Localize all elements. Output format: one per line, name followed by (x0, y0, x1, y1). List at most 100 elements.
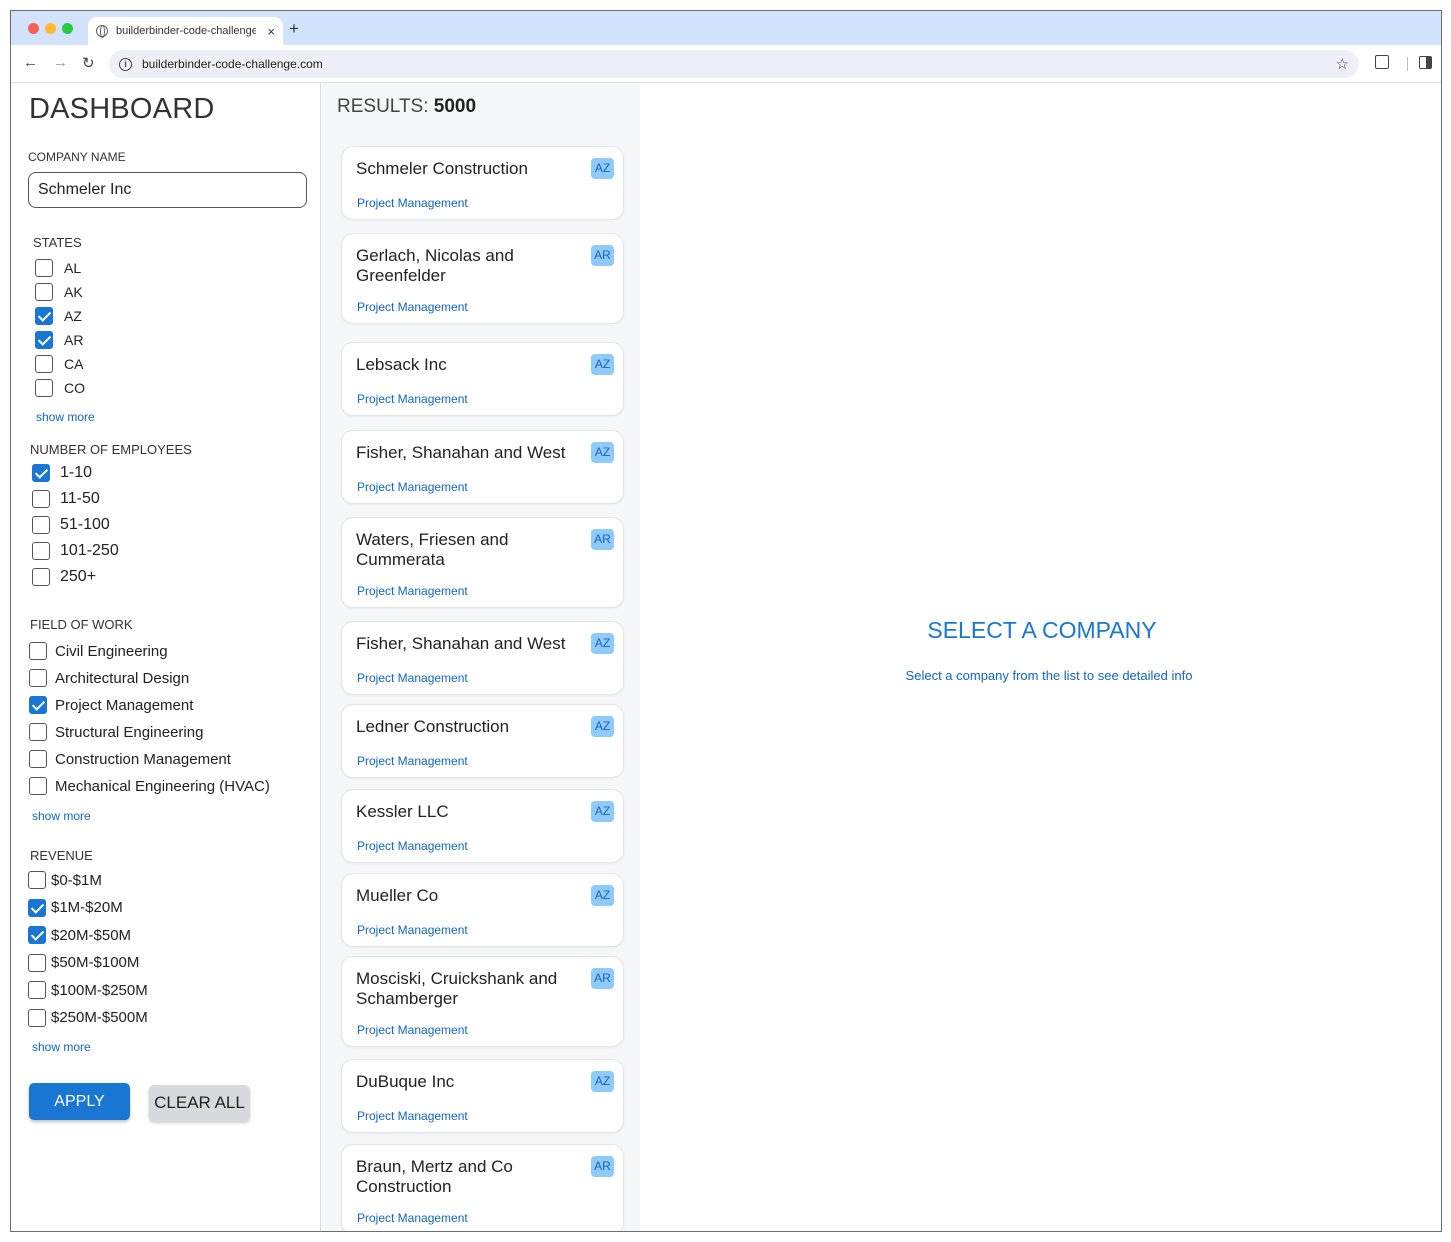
reload-icon[interactable]: ↻ (82, 54, 95, 72)
field-option-construction-management[interactable]: Construction Management (29, 750, 231, 768)
state-option-ca[interactable]: CA (35, 355, 83, 373)
field-option-label: Mechanical Engineering (HVAC) (55, 777, 270, 795)
field-option-label: Architectural Design (55, 669, 190, 687)
employees-option-250[interactable]: 250+ (32, 568, 96, 586)
employees-checkbox[interactable] (32, 568, 50, 586)
employees-option-1-10[interactable]: 1-10 (32, 464, 92, 482)
minimize-window-icon[interactable] (45, 23, 56, 34)
company-field-of-work: Project Management (357, 480, 468, 494)
revenue-option-50m-100m[interactable]: $50M-$100M (28, 953, 139, 972)
clear-all-button[interactable]: CLEAR ALL (149, 1085, 250, 1121)
field-checkbox[interactable] (29, 642, 47, 660)
revenue-option-250m-500m[interactable]: $250M-$500M (28, 1008, 148, 1027)
revenue-checkbox[interactable] (28, 926, 46, 944)
tab-close-icon[interactable]: × (267, 24, 275, 39)
field-checkbox[interactable] (29, 777, 47, 795)
state-checkbox[interactable] (35, 379, 53, 397)
company-name: DuBuque Inc (356, 1072, 455, 1091)
state-checkbox[interactable] (35, 259, 53, 277)
company-card[interactable]: Gerlach, Nicolas and Greenfelder Project … (341, 233, 624, 324)
company-card[interactable]: Mueller Co Project Management AZ (341, 873, 624, 947)
state-badge: AR (591, 529, 614, 550)
state-checkbox[interactable] (35, 331, 53, 349)
employees-checkbox[interactable] (32, 464, 50, 482)
field-option-mechanical-engineering-hvac[interactable]: Mechanical Engineering (HVAC) (29, 777, 270, 795)
revenue-checkbox[interactable] (28, 953, 46, 972)
field-checkbox[interactable] (29, 696, 47, 714)
browser-toolbar: ← → ↻ i builderbinder-code-challenge.com… (11, 45, 1441, 83)
employees-option-51-100[interactable]: 51-100 (32, 516, 110, 534)
company-field-of-work: Project Management (357, 923, 468, 937)
revenue-option-100m-250m[interactable]: $100M-$250M (28, 981, 148, 999)
states-label: STATES (33, 235, 82, 250)
company-card[interactable]: DuBuque Inc Project Management AZ (341, 1059, 624, 1133)
field-option-architectural-design[interactable]: Architectural Design (29, 669, 189, 687)
field-show-more-link[interactable]: show more (32, 809, 91, 823)
company-card[interactable]: Braun, Mertz and Co Construction Project … (341, 1144, 624, 1231)
revenue-show-more-link[interactable]: show more (32, 1040, 91, 1054)
apply-button[interactable]: APPLY (29, 1083, 130, 1120)
revenue-option-0-1m[interactable]: $0-$1M (28, 871, 102, 889)
field-option-civil-engineering[interactable]: Civil Engineering (29, 642, 168, 660)
company-card[interactable]: Waters, Friesen and Cummerata Project Man… (341, 517, 624, 608)
company-name: Mosciski, Cruickshank and Schamberger (356, 969, 558, 1008)
revenue-option-20m-50m[interactable]: $20M-$50M (28, 926, 131, 944)
state-checkbox[interactable] (35, 307, 53, 325)
field-checkbox[interactable] (29, 723, 47, 741)
revenue-checkbox[interactable] (28, 981, 46, 999)
company-name-input[interactable] (28, 172, 307, 208)
company-name: Lebsack Inc (356, 355, 447, 374)
side-panel-icon[interactable] (1419, 56, 1432, 69)
bookmark-star-icon[interactable]: ☆ (1336, 55, 1349, 73)
state-badge: AZ (591, 442, 614, 463)
employees-checkbox[interactable] (32, 542, 50, 560)
employees-checkbox[interactable] (32, 490, 50, 508)
company-name: Mueller Co (356, 886, 439, 905)
company-name: Fisher, Shanahan and West (356, 443, 566, 462)
maximize-window-icon[interactable] (62, 23, 73, 34)
revenue-option-label: $0-$1M (51, 871, 102, 889)
field-option-structural-engineering[interactable]: Structural Engineering (29, 723, 203, 741)
revenue-checkbox[interactable] (28, 871, 46, 889)
field-checkbox[interactable] (29, 669, 47, 687)
revenue-checkbox[interactable] (28, 898, 46, 917)
revenue-checkbox[interactable] (28, 1008, 46, 1027)
company-card[interactable]: Fisher, Shanahan and West Project Managem… (341, 621, 624, 695)
state-option-ak[interactable]: AK (35, 283, 83, 301)
company-name: Ledner Construction (356, 717, 510, 736)
company-card[interactable]: Fisher, Shanahan and West Project Managem… (341, 430, 624, 504)
employees-option-101-250[interactable]: 101-250 (32, 542, 119, 560)
company-card[interactable]: Mosciski, Cruickshank and Schamberger Pro… (341, 956, 624, 1047)
states-show-more-link[interactable]: show more (36, 410, 95, 424)
back-arrow-icon[interactable]: ← (23, 54, 38, 71)
state-option-ar[interactable]: AR (35, 331, 83, 349)
state-option-al[interactable]: AL (35, 259, 81, 277)
address-bar[interactable]: i builderbinder-code-challenge.com ☆ (109, 50, 1359, 78)
field-checkbox[interactable] (29, 750, 47, 768)
revenue-option-1m-20m[interactable]: $1M-$20M (28, 898, 123, 917)
browser-tab[interactable]: builderbinder-code-challenge.com × (88, 17, 283, 45)
state-checkbox[interactable] (35, 355, 53, 373)
state-option-co[interactable]: CO (35, 379, 85, 397)
field-option-label: Structural Engineering (55, 723, 204, 741)
company-card[interactable]: Ledner Construction Project Management AZ (341, 704, 624, 778)
field-option-project-management[interactable]: Project Management (29, 696, 193, 714)
company-field-of-work: Project Management (357, 754, 468, 768)
forward-arrow-icon[interactable]: → (53, 54, 68, 71)
close-window-icon[interactable] (28, 23, 39, 34)
company-card[interactable]: Kessler LLC Project Management AZ (341, 789, 624, 863)
company-card[interactable]: Lebsack Inc Project Management AZ (341, 342, 624, 416)
state-checkbox[interactable] (35, 283, 53, 301)
site-info-icon[interactable]: i (119, 57, 132, 71)
revenue-label: REVENUE (30, 848, 93, 863)
company-name: Fisher, Shanahan and West (356, 634, 566, 653)
state-badge: AZ (591, 354, 614, 375)
employees-option-11-50[interactable]: 11-50 (32, 490, 100, 508)
company-card[interactable]: Schmeler Construction Project Management A… (341, 146, 624, 220)
new-tab-button[interactable]: + (289, 19, 299, 39)
state-option-az[interactable]: AZ (35, 307, 82, 325)
extensions-icon[interactable] (1375, 55, 1389, 69)
employees-checkbox[interactable] (32, 516, 50, 534)
field-option-label: Construction Management (55, 750, 231, 768)
toolbar-divider (1407, 57, 1408, 71)
